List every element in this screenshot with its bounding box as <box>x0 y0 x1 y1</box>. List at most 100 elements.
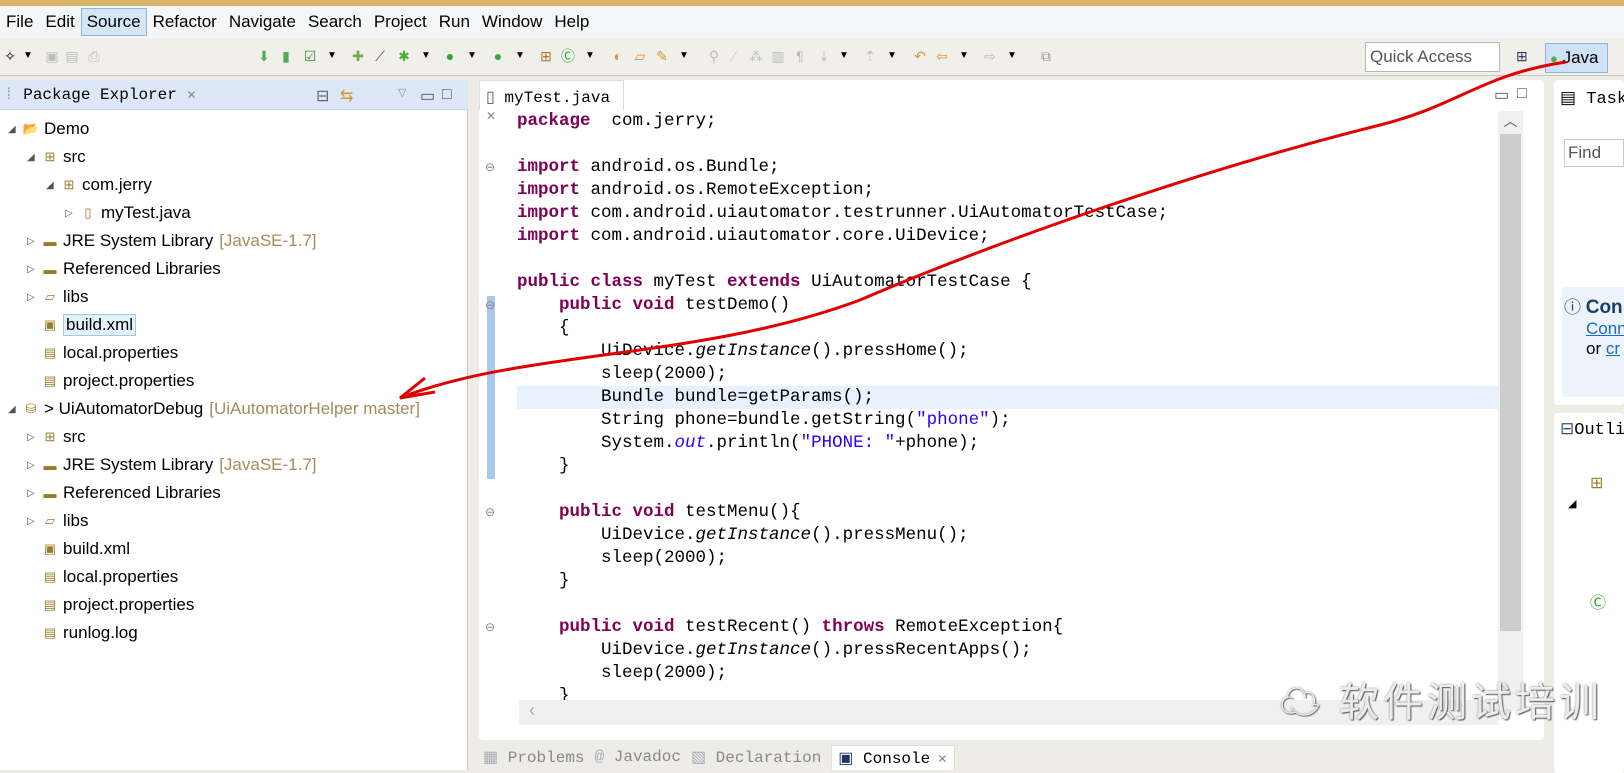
new-icon[interactable]: ✧ <box>2 48 18 64</box>
collapsed-icon[interactable]: ▷ <box>27 292 41 303</box>
menu-project[interactable]: Project <box>368 8 433 36</box>
tab-problems[interactable]: ▦ Problems <box>483 747 585 767</box>
collapsed-icon[interactable]: ▷ <box>27 264 41 275</box>
tree-item[interactable]: ▷ ▯ myTest.java <box>65 200 191 226</box>
collapsed-icon[interactable]: ▷ <box>27 236 41 247</box>
menu-navigate[interactable]: Navigate <box>223 8 302 36</box>
editor-tab-mytest[interactable]: ▯ myTest.java ✕ <box>479 80 624 124</box>
fold-icon[interactable]: ⊖ <box>485 505 495 519</box>
tab-javadoc[interactable]: @ Javadoc <box>595 748 681 766</box>
tree-item[interactable]: ▤ local.properties <box>27 340 178 366</box>
vertical-scrollbar[interactable]: ︿ <box>1498 111 1523 711</box>
close-icon[interactable]: ✕ <box>186 89 196 103</box>
last-edit-icon[interactable]: ↶ <box>912 48 928 64</box>
collapsed-icon[interactable]: ▷ <box>27 516 41 527</box>
close-icon[interactable]: ✕ <box>486 110 496 124</box>
pen-icon[interactable]: ⁄ <box>726 48 742 64</box>
expanded-icon[interactable]: ◢ <box>8 404 22 415</box>
dropdown-icon[interactable]: ▼ <box>324 48 340 64</box>
tab-declaration[interactable]: ▧ Declaration <box>691 747 821 767</box>
open-type-icon[interactable]: ◐ <box>610 48 626 64</box>
collapsed-icon[interactable]: ▷ <box>27 460 41 471</box>
dropdown-icon[interactable]: ▼ <box>956 48 972 64</box>
tree-item[interactable]: ▷ ▬ Referenced Libraries <box>27 256 221 282</box>
show-whitespace-icon[interactable]: ¶ <box>792 48 808 64</box>
menu-file[interactable]: File <box>0 8 39 36</box>
menu-window[interactable]: Window <box>476 8 548 36</box>
open-perspective-icon[interactable]: ⊞ <box>1516 48 1536 68</box>
dropdown-icon[interactable]: ▼ <box>836 48 852 64</box>
menu-source[interactable]: Source <box>80 8 147 36</box>
toggle-icon[interactable]: ⁂ <box>748 48 764 64</box>
tree-item[interactable]: ▷ ▬ Referenced Libraries <box>27 480 221 506</box>
expanded-icon[interactable]: ◢ <box>8 124 22 135</box>
dropdown-icon[interactable]: ▼ <box>418 48 434 64</box>
avd-manager-icon[interactable]: ▮ <box>278 48 294 64</box>
view-menu-icon[interactable]: ▽ <box>398 86 406 100</box>
scroll-left-icon[interactable]: ‹ <box>529 700 535 720</box>
tree-item[interactable]: ▣ build.xml <box>27 312 137 338</box>
tree-item[interactable]: ▤ local.properties <box>27 564 178 590</box>
scroll-thumb[interactable] <box>1500 134 1521 631</box>
menu-edit[interactable]: Edit <box>39 8 80 36</box>
tree-item[interactable]: ▤ runlog.log <box>27 620 138 646</box>
debug-icon[interactable]: ✱ <box>396 48 412 64</box>
find-input[interactable]: Find <box>1564 139 1624 167</box>
java-perspective-button[interactable]: ● Java <box>1545 43 1608 73</box>
tree-item[interactable]: ▷ ▬ JRE System Library [JavaSE-1.7] <box>27 228 317 254</box>
scroll-up-icon[interactable]: ︿ <box>1498 111 1523 131</box>
dropdown-icon[interactable]: ▼ <box>884 48 900 64</box>
expanded-icon[interactable]: ◢ <box>46 180 60 191</box>
block-icon[interactable]: ▥ <box>770 48 786 64</box>
menu-run[interactable]: Run <box>433 8 476 36</box>
link-editor-icon[interactable]: ⇆ <box>340 86 353 106</box>
collapsed-icon[interactable]: ▷ <box>65 208 79 219</box>
tree-item[interactable]: ◢ ⊞ com.jerry <box>46 172 152 198</box>
fold-icon[interactable]: ⊖ <box>485 160 495 174</box>
package-explorer-tab[interactable]: ⁞ Package Explorer ✕ ⊟ ⇆ ▽ ▭ □ <box>0 80 468 110</box>
close-icon[interactable]: ✕ <box>930 753 947 767</box>
code-editor[interactable]: package com.jerry; import android.os.Bun… <box>517 110 1517 708</box>
dropdown-icon[interactable]: ▼ <box>676 48 692 64</box>
search-icon[interactable]: ✎ <box>654 48 670 64</box>
new-class-icon[interactable]: Ⓒ <box>560 48 576 64</box>
expanded-icon[interactable]: ◢ <box>27 152 41 163</box>
new-android-project-icon[interactable]: ✚ <box>350 48 366 64</box>
collapsed-icon[interactable]: ▷ <box>27 488 41 499</box>
minimize-icon[interactable]: ▭ <box>1494 85 1509 105</box>
connect-link[interactable]: Conn <box>1586 319 1624 338</box>
fold-icon[interactable]: ⊖ <box>485 298 495 312</box>
back-icon[interactable]: ⇦ <box>934 48 950 64</box>
pin-editor-icon[interactable]: ⧉ <box>1038 48 1054 64</box>
tree-item[interactable]: ◢ ⊞ src <box>27 144 86 170</box>
dropdown-icon[interactable]: ▼ <box>512 48 528 64</box>
android-sdk-icon[interactable]: ⬇ <box>256 48 272 64</box>
open-folder-icon[interactable]: ▱ <box>632 48 648 64</box>
menu-refactor[interactable]: Refactor <box>147 8 223 36</box>
annotation-icon[interactable]: ⚲ <box>706 48 722 64</box>
tree-item[interactable]: ▷ ▬ JRE System Library [JavaSE-1.7] <box>27 452 317 478</box>
create-link[interactable]: cr <box>1606 339 1620 358</box>
tab-console[interactable]: ▣ Console ✕ <box>831 744 955 770</box>
skip-breakpoints-icon[interactable]: ⟋ <box>372 48 388 64</box>
tree-item[interactable]: ▤ project.properties <box>27 592 195 618</box>
tree-item[interactable]: ▷ ▱ libs <box>27 284 89 310</box>
tree-item[interactable]: ◢ ⛁ > UiAutomatorDebug [UiAutomatorHelper m… <box>8 396 420 422</box>
quick-access-input[interactable]: Quick Access <box>1365 42 1500 72</box>
dropdown-icon[interactable]: ▼ <box>20 48 36 64</box>
run-icon[interactable]: ● <box>442 48 458 64</box>
tree-item[interactable]: ▷ ▱ libs <box>27 508 89 534</box>
save-icon[interactable]: ▣ <box>44 48 60 64</box>
prev-annotation-icon[interactable]: ⇡ <box>862 48 878 64</box>
tree-item[interactable]: ◢ 📂 Demo <box>8 116 89 142</box>
new-package-icon[interactable]: ⊞ <box>538 48 554 64</box>
collapse-all-icon[interactable]: ⊟ <box>316 86 329 106</box>
save-all-icon[interactable]: ▤ <box>64 48 80 64</box>
tree-item[interactable]: ▣ build.xml <box>27 536 130 562</box>
dropdown-icon[interactable]: ▼ <box>582 48 598 64</box>
run-external-icon[interactable]: ● <box>490 48 506 64</box>
collapsed-icon[interactable]: ▷ <box>27 432 41 443</box>
menu-search[interactable]: Search <box>302 8 368 36</box>
tree-item[interactable]: ▷ ⊞ src <box>27 424 86 450</box>
print-icon[interactable]: ⎙ <box>86 48 102 64</box>
